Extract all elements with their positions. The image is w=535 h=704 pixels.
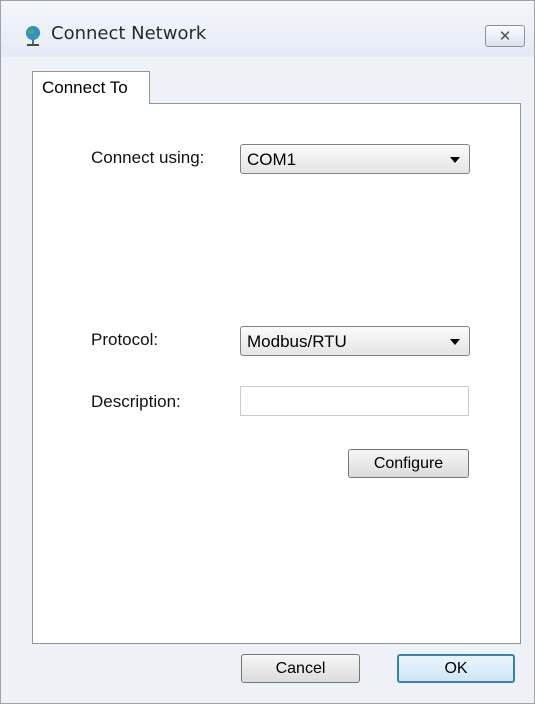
connect-using-label: Connect using:: [91, 148, 205, 167]
network-globe-icon: [23, 25, 43, 47]
close-button[interactable]: ✕: [485, 25, 525, 47]
description-field[interactable]: [240, 386, 469, 416]
cancel-button[interactable]: Cancel: [241, 654, 360, 683]
description-label: Description:: [91, 392, 181, 411]
protocol-select[interactable]: Modbus/RTU: [240, 326, 470, 356]
protocol-label: Protocol:: [91, 330, 159, 349]
ok-button[interactable]: OK: [397, 654, 515, 683]
tab-connect-to[interactable]: Connect To: [32, 71, 150, 104]
connect-network-dialog: Connect Network ✕ Connect To Connect usi…: [0, 0, 535, 704]
close-icon: ✕: [498, 28, 512, 45]
chevron-down-icon: [450, 339, 460, 345]
connect-using-select[interactable]: COM1: [240, 144, 470, 174]
title-bar: Connect Network ✕: [1, 1, 534, 57]
connect-using-value: COM1: [247, 150, 297, 169]
configure-button[interactable]: Configure: [348, 449, 469, 478]
protocol-value: Modbus/RTU: [247, 332, 347, 351]
chevron-down-icon: [450, 157, 460, 163]
connect-to-panel: [32, 103, 521, 644]
window-title: Connect Network: [51, 23, 207, 44]
